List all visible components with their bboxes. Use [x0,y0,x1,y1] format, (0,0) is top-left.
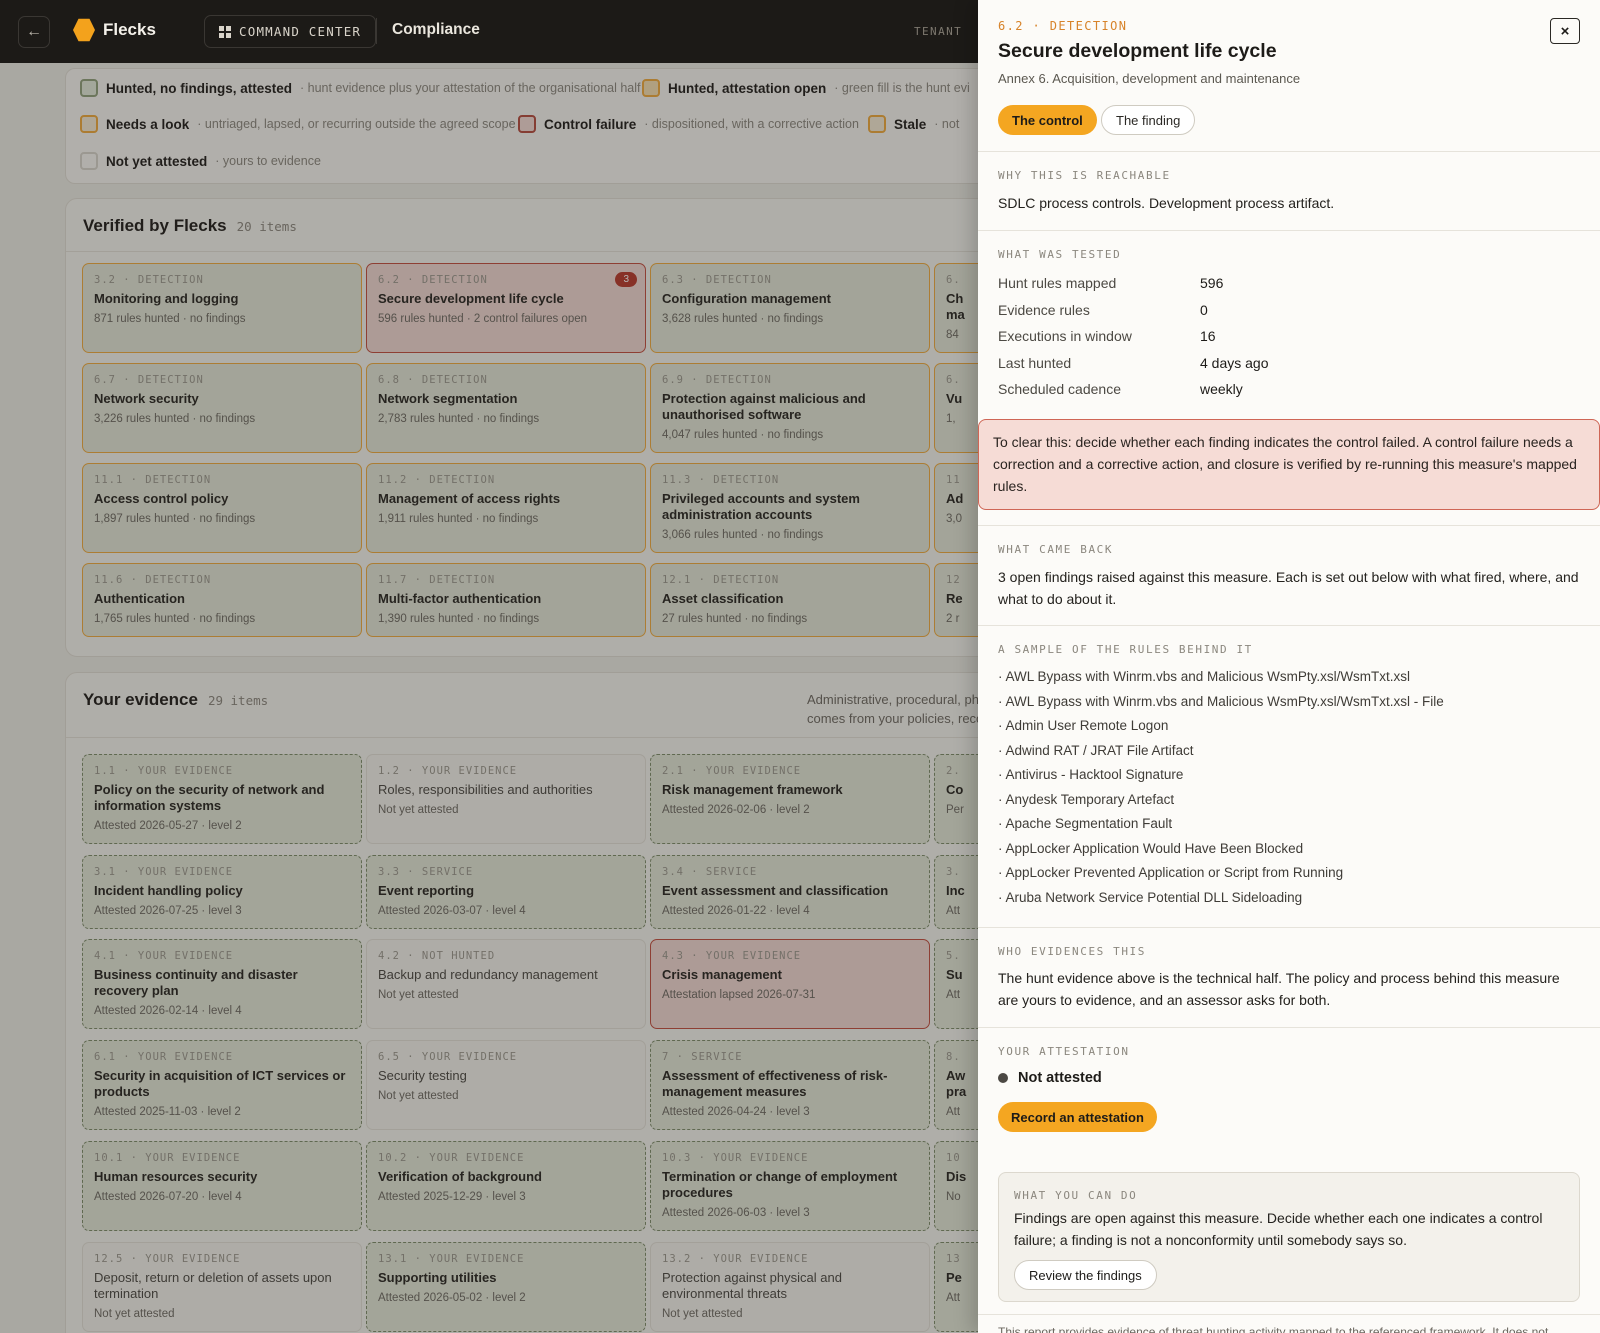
attestation-label: YOUR ATTESTATION [998,1045,1130,1058]
review-findings-button[interactable]: Review the findings [1014,1260,1157,1290]
tenant-label[interactable]: TENANT [914,25,962,38]
tested-key: Hunt rules mapped [998,275,1117,291]
drawer-title: Secure development life cycle [998,40,1277,62]
tab-the-finding[interactable]: The finding [1101,105,1196,135]
tested-value: 4 days ago [1200,354,1269,371]
tested-value: 0 [1200,301,1208,318]
tab-the-control[interactable]: The control [998,105,1097,135]
drawer-kicker: 6.2 · DETECTION [998,19,1128,33]
came-back-label: WHAT CAME BACK [998,543,1114,556]
flecks-logo-icon [73,18,95,42]
brand-name: Flecks [103,20,156,39]
breadcrumb-divider [376,18,377,44]
clear-instructions-alert: To clear this: decide whether each findi… [978,419,1600,510]
rule-item: · AppLocker Application Would Have Been … [998,840,1304,856]
divider [978,151,1600,152]
tested-value: 596 [1200,275,1224,291]
tested-key: Evidence rules [998,301,1090,318]
record-attestation-button[interactable]: Record an attestation [998,1102,1157,1132]
attestation-status-text: Not attested [1018,1070,1102,1086]
tested-key: Executions in window [998,328,1132,344]
tested-key: Scheduled cadence [998,381,1121,397]
footnote: This report provides evidence of threat … [998,1325,1549,1333]
brand[interactable]: Flecks [73,18,156,42]
tested-value: weekly [1200,381,1243,397]
rule-item: · AWL Bypass with Winrm.vbs and Maliciou… [998,693,1444,709]
close-button[interactable]: × [1550,18,1580,44]
command-center-label: COMMAND CENTER [239,24,362,39]
rules-label: A SAMPLE OF THE RULES BEHIND IT [998,643,1253,656]
rule-item: · Apache Segmentation Fault [998,816,1173,831]
arrow-left-icon: ← [26,23,42,40]
what-you-can-do-box: WHAT YOU CAN DO Findings are open agains… [998,1172,1580,1302]
detail-drawer: 6.2 · DETECTION Secure development life … [978,0,1600,1333]
back-button[interactable]: ← [18,16,50,48]
attestation-status: Not attested [998,1070,1102,1086]
rule-item: · AWL Bypass with Winrm.vbs and Maliciou… [998,669,1411,684]
drawer-subtitle: Annex 6. Acquisition, development and ma… [998,71,1301,86]
command-center-button[interactable]: COMMAND CENTER [204,15,377,48]
rule-item: · Admin User Remote Logon [998,718,1169,733]
rule-item: · Aruba Network Service Potential DLL Si… [998,889,1303,905]
close-icon: × [1560,22,1570,40]
why-label: WHY THIS IS REACHABLE [998,169,1171,182]
todo-label: WHAT YOU CAN DO [1014,1189,1138,1202]
rule-item: · Adwind RAT / JRAT File Artifact [998,742,1194,758]
who-label: WHO EVIDENCES THIS [998,945,1147,958]
came-back-text: 3 open findings raised against this meas… [998,569,1579,607]
tested-label: WHAT WAS TESTED [998,248,1122,261]
grid-icon [219,25,231,38]
who-text: The hunt evidence above is the technical… [998,970,1560,1008]
tested-value: 16 [1200,328,1216,344]
divider [978,1027,1600,1028]
modal-backdrop[interactable] [0,63,978,1333]
rule-item: · AppLocker Prevented Application or Scr… [998,865,1344,880]
rule-item: · Antivirus - Hacktool Signature [998,767,1184,782]
rule-item: · Anydesk Temporary Artefact [998,791,1175,807]
status-dot-icon [998,1073,1008,1083]
why-text: SDLC process controls. Development proce… [998,195,1335,211]
divider [978,625,1600,626]
divider [978,230,1600,231]
todo-text: Findings are open against this measure. … [1014,1210,1543,1248]
rules-list: · AWL Bypass with Winrm.vbs and Maliciou… [998,669,1444,914]
divider [978,1314,1600,1315]
breadcrumb[interactable]: Compliance [392,21,480,39]
tested-key: Last hunted [998,354,1072,371]
divider [978,927,1600,928]
divider [978,525,1600,526]
